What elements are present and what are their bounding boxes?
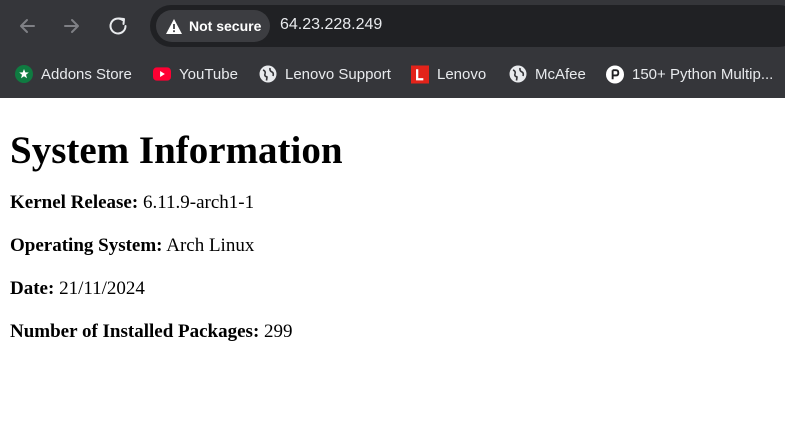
bookmark-label: Addons Store bbox=[41, 65, 132, 83]
installed-packages-line: Number of Installed Packages: 299 bbox=[10, 321, 785, 343]
reload-icon bbox=[109, 17, 127, 35]
security-chip[interactable]: Not secure bbox=[156, 10, 270, 42]
info-value: 6.11.9-arch1-1 bbox=[142, 192, 255, 213]
bookmark-label: Lenovo Support bbox=[285, 65, 391, 83]
lenovo-icon bbox=[411, 65, 429, 83]
bookmark-mcafee[interactable]: McAfee bbox=[509, 63, 586, 85]
bookmark-label: McAfee bbox=[535, 65, 586, 83]
page-title: System Information bbox=[10, 129, 343, 172]
arrow-right-icon bbox=[64, 19, 79, 33]
info-value: Arch Linux bbox=[166, 235, 255, 256]
bookmark-youtube[interactable]: YouTube bbox=[153, 63, 238, 85]
back-button[interactable] bbox=[10, 9, 44, 43]
info-label: Number of Installed Packages: bbox=[10, 321, 260, 342]
info-value: 21/11/2024 bbox=[59, 278, 145, 299]
youtube-icon bbox=[153, 65, 171, 83]
info-label: Date: bbox=[10, 278, 55, 299]
info-label: Kernel Release: bbox=[10, 192, 139, 213]
address-bar[interactable]: Not secure 64.23.228.249 bbox=[150, 5, 785, 47]
globe-icon bbox=[259, 65, 277, 83]
bookmark-python-multiprocessing[interactable]: 150+ Python Multip... bbox=[606, 63, 773, 85]
p-letter-icon bbox=[606, 65, 624, 83]
operating-system-line: Operating System: Arch Linux bbox=[10, 235, 785, 257]
bookmarks-bar: Addons Store YouTube Lenovo Support Leno… bbox=[0, 52, 785, 98]
url-text[interactable]: 64.23.228.249 bbox=[280, 16, 382, 34]
forward-button[interactable] bbox=[55, 9, 89, 43]
date-line: Date: 21/11/2024 bbox=[10, 278, 785, 300]
kernel-release-line: Kernel Release: 6.11.9-arch1-1 bbox=[10, 192, 785, 214]
info-value: 299 bbox=[264, 321, 293, 342]
reload-button[interactable] bbox=[101, 9, 135, 43]
warning-triangle-icon bbox=[166, 18, 182, 34]
browser-toolbar: Not secure 64.23.228.249 bbox=[0, 0, 785, 52]
bookmark-addons-store[interactable]: Addons Store bbox=[15, 63, 132, 85]
bookmark-label: YouTube bbox=[179, 65, 238, 83]
security-label: Not secure bbox=[189, 18, 262, 34]
info-label: Operating System: bbox=[10, 235, 163, 256]
arrow-left-icon bbox=[20, 19, 35, 33]
bookmark-lenovo-support[interactable]: Lenovo Support bbox=[259, 63, 391, 85]
globe-icon bbox=[509, 65, 527, 83]
page-content: System Information Kernel Release: 6.11.… bbox=[10, 98, 785, 343]
bookmark-label: Lenovo bbox=[437, 65, 487, 83]
bookmark-lenovo[interactable]: Lenovo bbox=[411, 63, 486, 85]
addons-store-icon bbox=[15, 65, 33, 83]
bookmark-label: 150+ Python Multip... bbox=[632, 65, 774, 83]
